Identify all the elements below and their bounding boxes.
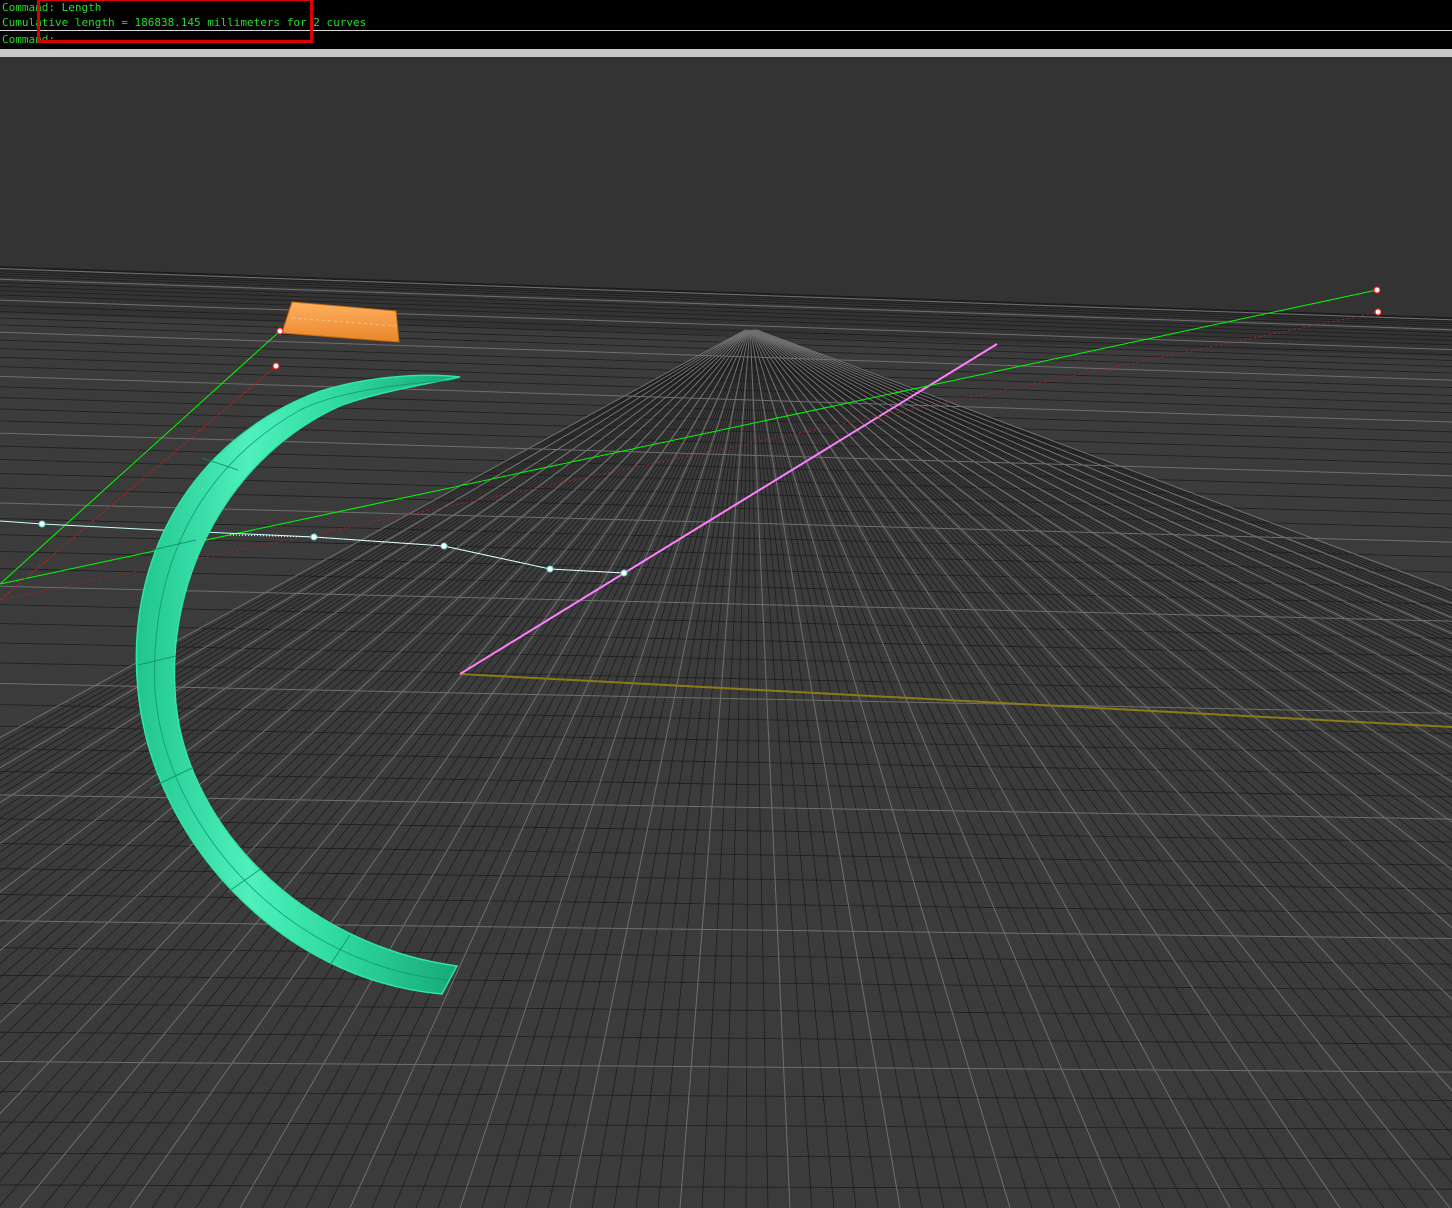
viewport-canvas[interactable] (0, 57, 1452, 1208)
panel-splitter[interactable] (0, 49, 1452, 57)
selected-control-point (1373, 286, 1381, 294)
selected-control-point (276, 327, 284, 335)
control-point (38, 520, 46, 528)
selected-control-point (1374, 308, 1382, 316)
control-point (620, 569, 628, 577)
perspective-viewport[interactable] (0, 57, 1452, 1208)
control-point (310, 533, 318, 541)
control-point (546, 565, 554, 573)
command-history-panel: Command: Length Cumulative length = 1868… (0, 0, 1452, 49)
control-point (440, 542, 448, 550)
annotation-highlight-box (37, 0, 313, 43)
selected-control-point (272, 362, 280, 370)
